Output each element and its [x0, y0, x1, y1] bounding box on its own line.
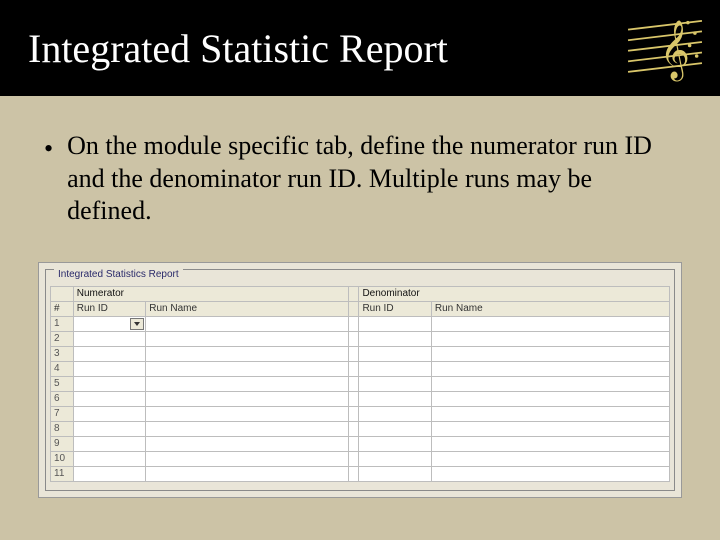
den-runname-cell[interactable] [431, 391, 669, 406]
den-runname-cell[interactable] [431, 466, 669, 481]
row-number: 7 [51, 406, 74, 421]
den-runid-cell[interactable] [359, 331, 431, 346]
table-row[interactable]: 5 [51, 376, 670, 391]
table-row[interactable]: 6 [51, 391, 670, 406]
den-runid-cell[interactable] [359, 391, 431, 406]
num-runname-cell[interactable] [146, 361, 349, 376]
gap-cell [349, 466, 359, 481]
fieldset-legend: Integrated Statistics Report [54, 269, 183, 280]
header-num-runname[interactable]: Run Name [146, 301, 349, 316]
den-runid-cell[interactable] [359, 466, 431, 481]
row-number: 1 [51, 316, 74, 331]
section-gap [349, 286, 359, 301]
gap-cell [349, 406, 359, 421]
col-rownum [51, 286, 74, 301]
gap-cell [349, 436, 359, 451]
gap-cell [349, 331, 359, 346]
den-runname-cell[interactable] [431, 346, 669, 361]
num-runname-cell[interactable] [146, 421, 349, 436]
num-runname-cell[interactable] [146, 406, 349, 421]
den-runid-cell[interactable] [359, 376, 431, 391]
report-fieldset: Integrated Statistics Report Numerator D… [45, 269, 675, 491]
num-runname-cell[interactable] [146, 451, 349, 466]
gap-cell [349, 421, 359, 436]
num-runid-cell[interactable] [73, 436, 145, 451]
num-runid-cell[interactable] [73, 346, 145, 361]
section-numerator: Numerator [73, 286, 348, 301]
den-runid-cell[interactable] [359, 421, 431, 436]
row-number: 9 [51, 436, 74, 451]
header-rownum[interactable]: # [51, 301, 74, 316]
num-runid-cell[interactable] [73, 361, 145, 376]
svg-text:𝄞: 𝄞 [660, 21, 690, 82]
den-runname-cell[interactable] [431, 316, 669, 331]
gap-cell [349, 451, 359, 466]
bullet-dot-icon: • [44, 136, 53, 162]
section-denominator: Denominator [359, 286, 670, 301]
den-runname-cell[interactable] [431, 436, 669, 451]
table-row[interactable]: 11 [51, 466, 670, 481]
table-row[interactable]: 8 [51, 421, 670, 436]
num-runname-cell[interactable] [146, 316, 349, 331]
gap-cell [349, 346, 359, 361]
den-runname-cell[interactable] [431, 451, 669, 466]
num-runname-cell[interactable] [146, 391, 349, 406]
body-text: • On the module specific tab, define the… [0, 96, 720, 228]
runs-grid[interactable]: Numerator Denominator # Run ID Run Name … [50, 286, 670, 482]
num-runname-cell[interactable] [146, 436, 349, 451]
table-row[interactable]: 9 [51, 436, 670, 451]
den-runid-cell[interactable] [359, 316, 431, 331]
row-number: 11 [51, 466, 74, 481]
page-title: Integrated Statistic Report [28, 25, 448, 72]
table-row[interactable]: 3 [51, 346, 670, 361]
bullet-paragraph: On the module specific tab, define the n… [67, 130, 660, 228]
den-runname-cell[interactable] [431, 421, 669, 436]
den-runid-cell[interactable] [359, 436, 431, 451]
den-runid-cell[interactable] [359, 346, 431, 361]
table-row[interactable]: 1 [51, 316, 670, 331]
num-runname-cell[interactable] [146, 331, 349, 346]
music-clef-icon: 𝄞 [620, 4, 710, 94]
den-runname-cell[interactable] [431, 361, 669, 376]
row-number: 2 [51, 331, 74, 346]
row-number: 6 [51, 391, 74, 406]
table-row[interactable]: 10 [51, 451, 670, 466]
gap-cell [349, 391, 359, 406]
den-runid-cell[interactable] [359, 451, 431, 466]
row-number: 5 [51, 376, 74, 391]
table-row[interactable]: 2 [51, 331, 670, 346]
num-runname-cell[interactable] [146, 466, 349, 481]
dropdown-button[interactable] [130, 318, 144, 330]
gap-cell [349, 376, 359, 391]
den-runname-cell[interactable] [431, 406, 669, 421]
row-number: 4 [51, 361, 74, 376]
table-row[interactable]: 4 [51, 361, 670, 376]
gap-cell [349, 361, 359, 376]
row-number: 3 [51, 346, 74, 361]
header-den-runname[interactable]: Run Name [431, 301, 669, 316]
num-runid-cell[interactable] [73, 316, 145, 331]
num-runid-cell[interactable] [73, 376, 145, 391]
report-panel: Integrated Statistics Report Numerator D… [38, 262, 682, 498]
den-runname-cell[interactable] [431, 331, 669, 346]
table-row[interactable]: 7 [51, 406, 670, 421]
num-runid-cell[interactable] [73, 421, 145, 436]
num-runid-cell[interactable] [73, 451, 145, 466]
row-number: 10 [51, 451, 74, 466]
den-runid-cell[interactable] [359, 361, 431, 376]
num-runid-cell[interactable] [73, 391, 145, 406]
row-number: 8 [51, 421, 74, 436]
gap-cell [349, 316, 359, 331]
num-runid-cell[interactable] [73, 406, 145, 421]
num-runid-cell[interactable] [73, 331, 145, 346]
header-num-runid[interactable]: Run ID [73, 301, 145, 316]
title-bar: Integrated Statistic Report 𝄞 [0, 0, 720, 96]
den-runid-cell[interactable] [359, 406, 431, 421]
num-runname-cell[interactable] [146, 376, 349, 391]
den-runname-cell[interactable] [431, 376, 669, 391]
header-den-runid[interactable]: Run ID [359, 301, 431, 316]
header-gap [349, 301, 359, 316]
num-runname-cell[interactable] [146, 346, 349, 361]
num-runid-cell[interactable] [73, 466, 145, 481]
